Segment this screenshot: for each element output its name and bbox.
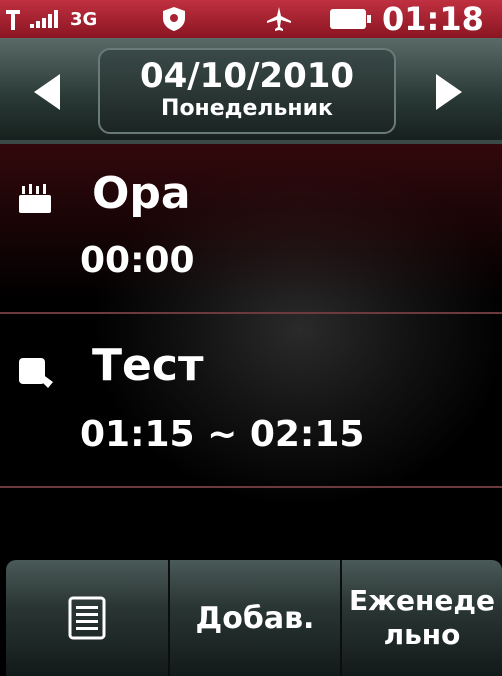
battery-icon <box>330 0 371 38</box>
event-title: Тест <box>92 340 204 391</box>
divider <box>0 486 502 488</box>
event-item[interactable]: Ора 00:00 <box>0 144 502 319</box>
list-view-button[interactable] <box>6 560 168 676</box>
weekly-view-button[interactable]: Еженедельно <box>342 560 502 676</box>
signal-strength-icon <box>6 0 58 38</box>
shield-icon <box>162 0 188 38</box>
event-title: Ора <box>92 168 191 219</box>
next-day-arrow-icon[interactable] <box>434 72 464 112</box>
event-item[interactable]: Тест 01:15 ~ 02:15 <box>0 314 502 489</box>
add-button[interactable]: Добав. <box>170 560 340 676</box>
calendar-screen: 3G 01:18 04/10/2010 Понедельник Ора 00:0… <box>0 0 502 676</box>
event-time: 01:15 ~ 02:15 <box>80 414 365 455</box>
status-bar: 3G 01:18 <box>0 0 502 38</box>
date-text: 04/10/2010 <box>139 56 355 96</box>
status-clock: 01:18 <box>382 0 484 38</box>
airplane-mode-icon <box>266 0 292 38</box>
event-time: 00:00 <box>80 240 195 281</box>
previous-day-arrow-icon[interactable] <box>32 72 62 112</box>
meeting-icon <box>18 354 53 388</box>
date-navigation-bar: 04/10/2010 Понедельник <box>0 38 502 144</box>
birthday-cake-icon <box>18 180 52 214</box>
date-display[interactable]: 04/10/2010 Понедельник <box>98 48 396 134</box>
weekly-button-label: Еженедельно <box>349 584 495 651</box>
list-icon <box>68 596 106 640</box>
bottom-toolbar: Добав. Еженедельно <box>6 560 502 676</box>
weekday-text: Понедельник <box>161 96 333 121</box>
add-button-label: Добав. <box>195 600 315 636</box>
network-type-indicator: 3G <box>70 8 98 30</box>
